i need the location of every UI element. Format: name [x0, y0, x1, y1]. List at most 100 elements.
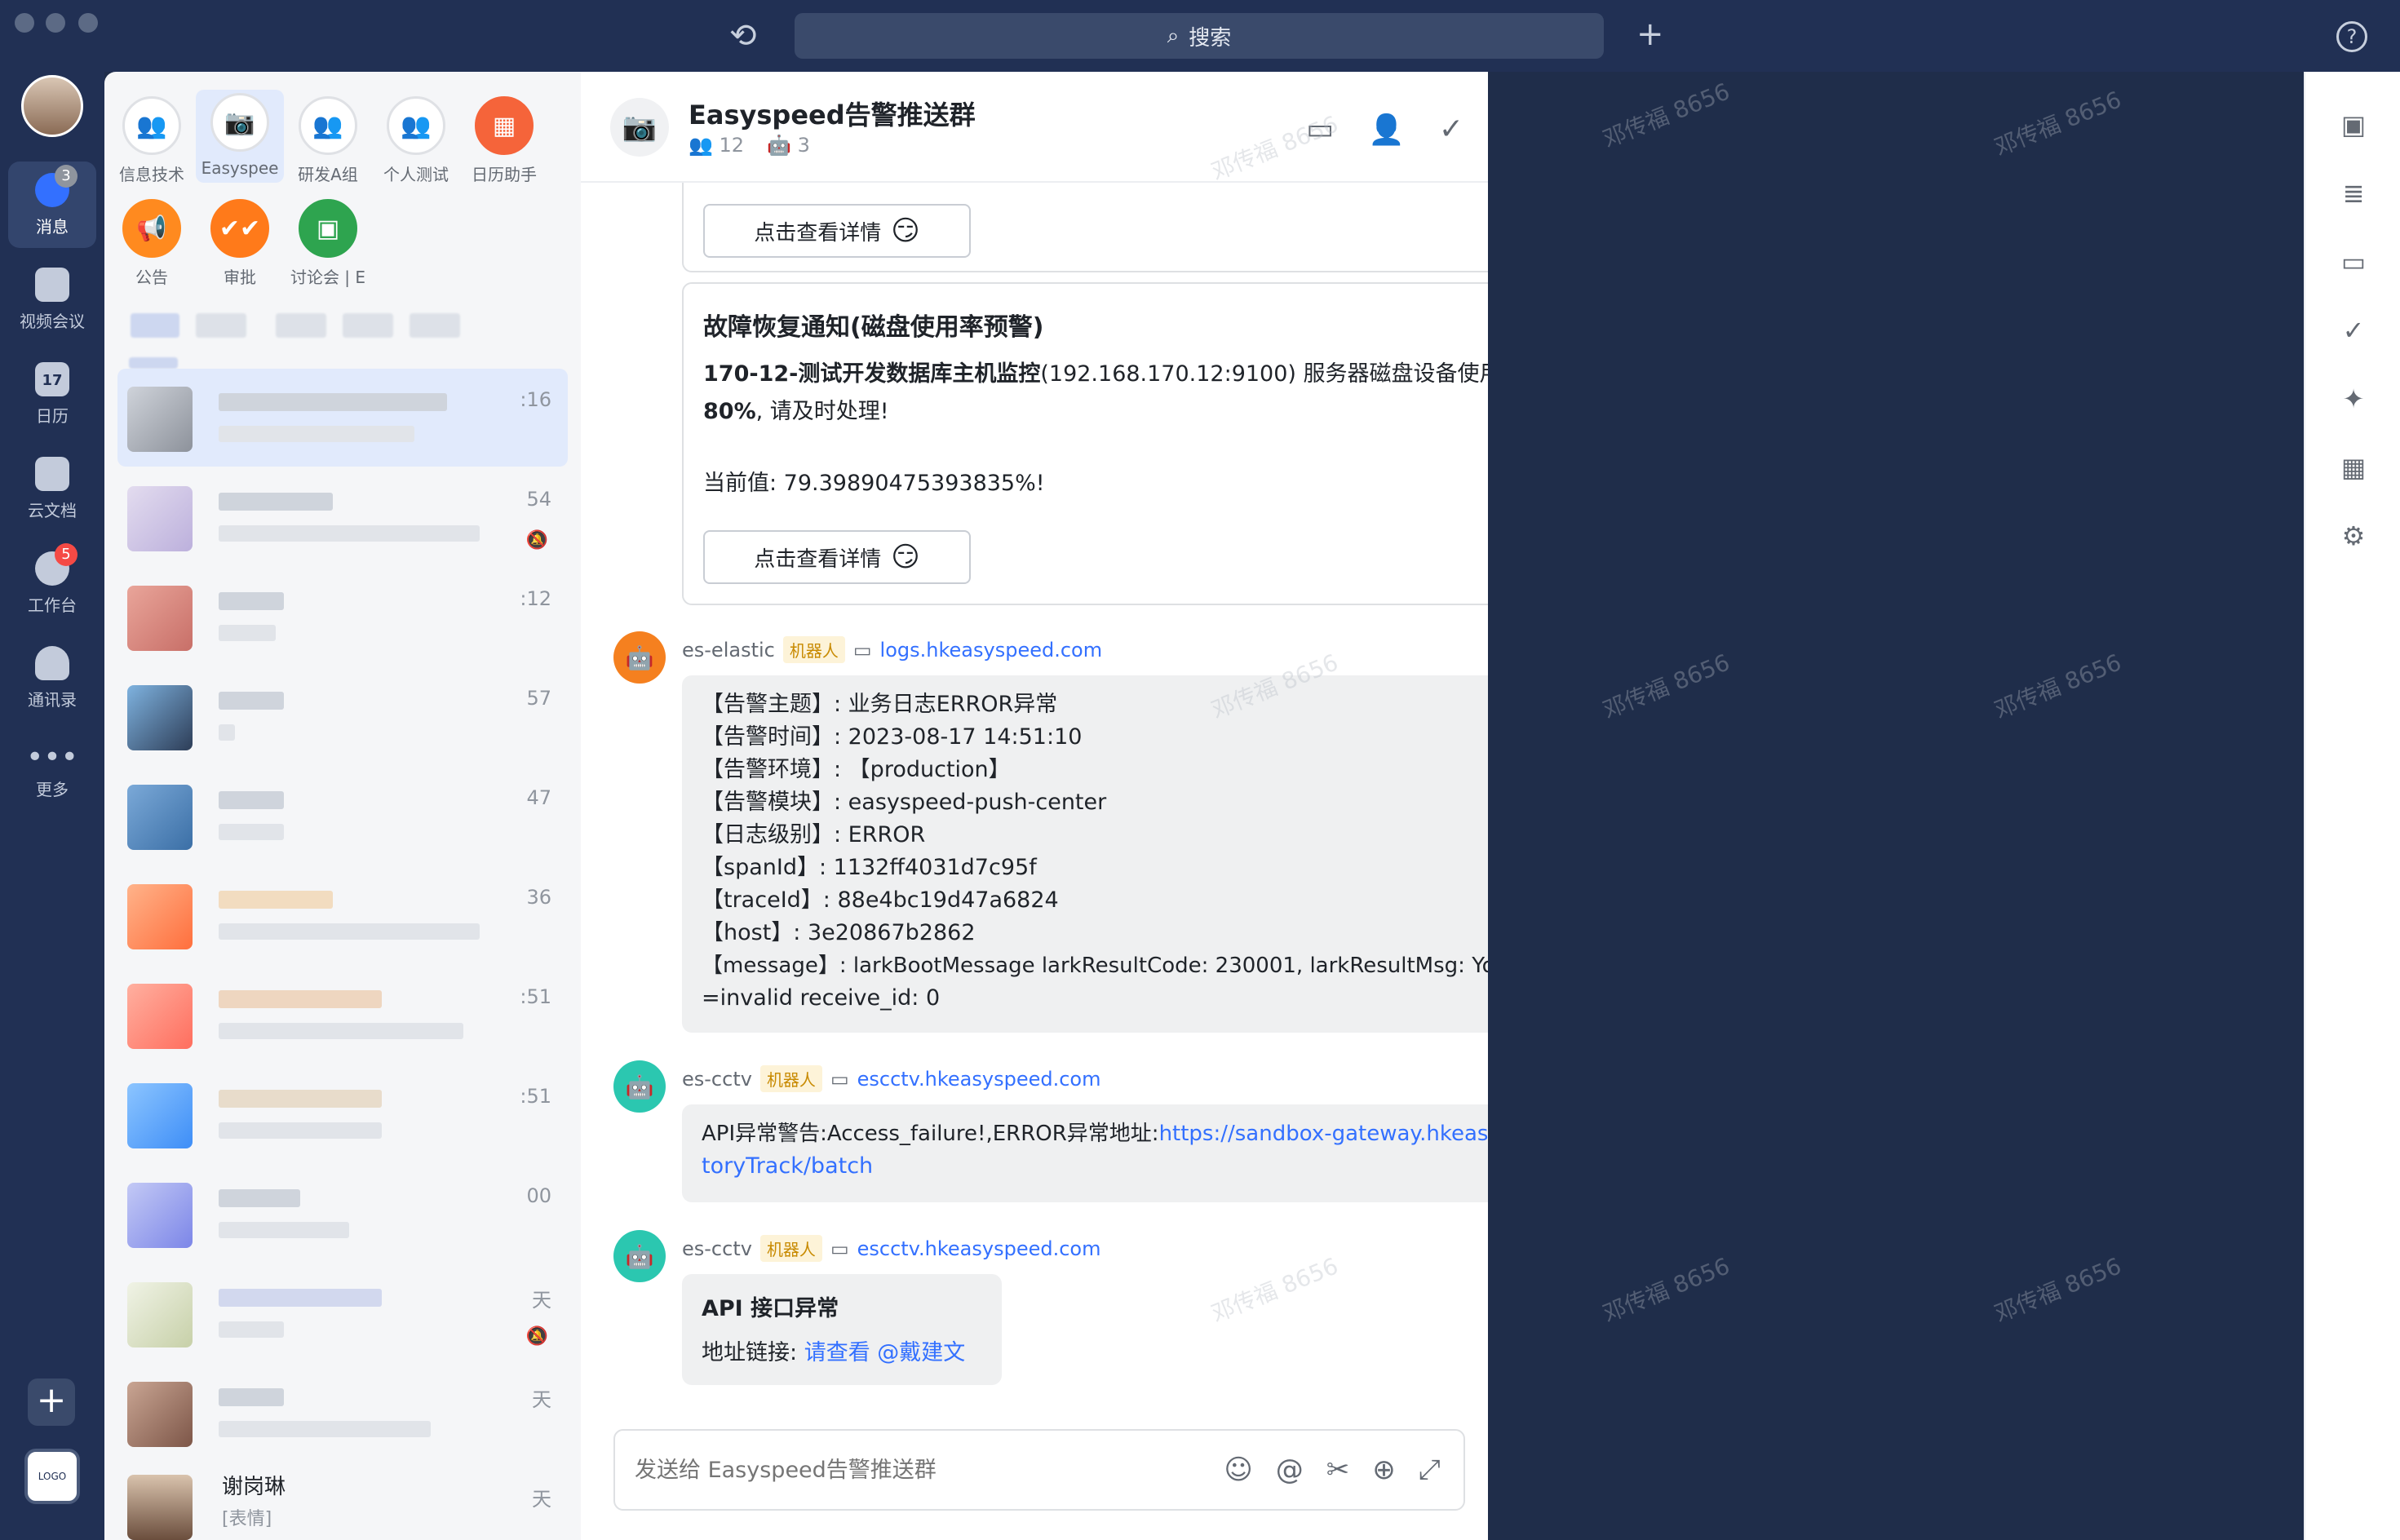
video-camera-icon[interactable]: ▭ [1306, 113, 1334, 147]
group-meta: 👥 12 🤖 3 [689, 134, 810, 157]
source-link[interactable]: escctv.hkeasyspeed.com [857, 1068, 1101, 1091]
list-item[interactable]: 天 [117, 1364, 568, 1462]
help-icon[interactable]: ? [2336, 21, 2367, 52]
quick-item-dev-a[interactable]: 👥 研发A组 [284, 96, 372, 185]
list-item[interactable]: 36 [117, 866, 568, 964]
rail-item-video-meeting[interactable]: 视频会议 [8, 256, 96, 343]
quick-item-approval[interactable]: ✔✔ 审批 [196, 199, 284, 288]
rail-item-label: 云文档 [28, 500, 77, 520]
rail-item-label: 日历 [36, 405, 69, 426]
list-item[interactable]: 47 [117, 767, 568, 865]
avatar [127, 785, 193, 850]
view-link[interactable]: 请查看 [804, 1340, 870, 1365]
apps-grid-icon: 5 [35, 542, 77, 586]
rail-item-label: 视频会议 [20, 311, 85, 331]
robot-avatar-icon[interactable]: 🤖 [613, 1060, 666, 1113]
add-member-icon[interactable]: 👤 [1368, 113, 1405, 147]
list-item[interactable]: :51 [117, 1065, 568, 1163]
avatar [127, 685, 193, 750]
cctv-camera-icon[interactable]: 📷 [610, 98, 669, 157]
error-url-link[interactable]: toryTrack/batch [702, 1150, 1488, 1183]
quick-item-it[interactable]: 👥 信息技术 [108, 96, 196, 185]
folder-icon[interactable]: ▭ [2338, 246, 2369, 277]
quick-item-personal-test[interactable]: 👥 个人测试 [372, 96, 460, 185]
list-item[interactable]: :16 [117, 369, 568, 467]
rail-item-messages[interactable]: 3 消息 [8, 162, 96, 248]
rail-item-more[interactable]: ••• 更多 [8, 729, 96, 816]
message-list: 点击查看详情 😏 故障恢复通知(磁盘使用率预警) 170-12-测试开发数据库主机… [581, 183, 1488, 1426]
robot-avatar-icon[interactable]: 🤖 [613, 1230, 666, 1282]
composer-actions: ☺ @ ✂ ⊕ ⤢ [1224, 1454, 1441, 1486]
quick-item-announcement[interactable]: 📢 公告 [108, 199, 196, 288]
rail-item-calendar[interactable]: 17 日历 [8, 351, 96, 437]
avatar[interactable] [21, 75, 83, 137]
more-dots-icon: ••• [26, 740, 78, 774]
card-body: 170-12-测试开发数据库主机监控(192.168.170.12:9100) … [703, 361, 1488, 424]
list-item[interactable]: 57 [117, 667, 568, 765]
rail-item-label: 工作台 [28, 595, 77, 615]
add-app-button[interactable]: + [28, 1378, 75, 1426]
message-bubble[interactable]: 【告警主题】: 业务日志ERROR异常 【告警时间】: 2023-08-17 1… [682, 675, 1488, 1033]
avatar [127, 1475, 193, 1540]
message-input[interactable] [635, 1454, 1206, 1486]
members-count[interactable]: 👥 12 [689, 134, 744, 157]
briefcase-icon[interactable]: ▣ [2338, 109, 2369, 140]
message-sender: es-cctv 机器人 ▭ escctv.hkeasyspeed.com [682, 1235, 1101, 1262]
quick-item-easyspeed[interactable]: 📷 Easyspee [196, 90, 284, 183]
avatar [127, 1382, 193, 1447]
add-icon[interactable]: + [1636, 18, 1664, 51]
emoji-icon[interactable]: ☺ [1224, 1454, 1252, 1486]
link-icon: ▭ [830, 1067, 849, 1091]
gear-icon[interactable]: ⚙ [2338, 520, 2369, 551]
window-close-button[interactable] [15, 13, 34, 33]
message-sender: es-cctv 机器人 ▭ escctv.hkeasyspeed.com [682, 1065, 1101, 1092]
expand-icon[interactable]: ⤢ [1419, 1454, 1441, 1486]
source-link[interactable]: logs.hkeasyspeed.com [880, 639, 1103, 662]
window-minimize-button[interactable] [46, 13, 65, 33]
message-composer[interactable]: ☺ @ ✂ ⊕ ⤢ [613, 1429, 1465, 1511]
mute-bell-icon: 🔕 [525, 530, 548, 551]
message-bubble[interactable]: API 接口异常 地址链接: 请查看 @戴建文 [682, 1274, 1002, 1385]
quick-item-calendar-assistant[interactable]: ▦ 日历助手 [460, 96, 548, 185]
checkmark-icon[interactable]: ✓ [1439, 113, 1463, 147]
list-item[interactable]: :51 [117, 966, 568, 1064]
page-title[interactable]: Easyspeed告警推送群 [689, 95, 976, 132]
video-camera-icon [35, 267, 69, 302]
history-icon[interactable]: ⟲ [729, 20, 757, 52]
rail-item-label: 消息 [36, 216, 69, 237]
mention-icon[interactable]: @ [1276, 1454, 1304, 1486]
rail-item-contacts[interactable]: 通讯录 [8, 635, 96, 721]
contact-name: 谢岗琳 [222, 1475, 286, 1499]
rail-item-docs[interactable]: 云文档 [8, 445, 96, 532]
list-item[interactable]: 天 🔕 [117, 1264, 568, 1362]
mention-link[interactable]: @戴建文 [877, 1340, 965, 1365]
company-logo-icon[interactable]: LOGO [24, 1449, 80, 1504]
list-item[interactable]: :12 [117, 568, 568, 666]
search-bar[interactable]: ⌕ 搜索 [795, 13, 1604, 59]
window-zoom-button[interactable] [78, 13, 98, 33]
list-item[interactable]: 谢岗琳 [表情] 天 [117, 1463, 568, 1540]
bots-count[interactable]: 🤖 3 [767, 134, 810, 157]
search-history-icon[interactable]: ≣ [2338, 178, 2369, 209]
quick-item-discussion[interactable]: ▣ 讨论会 | E [284, 199, 372, 288]
watermark: 邓传福 8656 [1990, 86, 2125, 162]
scissors-icon[interactable]: ✂ [1326, 1454, 1350, 1486]
watermark: 邓传福 8656 [1599, 77, 1734, 153]
error-url-link[interactable]: https://sandbox-gateway.hkeasyspeed.com/… [1159, 1122, 1488, 1146]
calendar-settings-icon[interactable]: ▦ [2338, 452, 2369, 483]
view-details-button[interactable]: 点击查看详情 😏 [703, 204, 971, 258]
avatar [127, 884, 193, 949]
rail-item-workplace[interactable]: 5 工作台 [8, 540, 96, 626]
avatar [127, 1083, 193, 1148]
pin-icon[interactable]: ✦ [2338, 383, 2369, 414]
source-link[interactable]: escctv.hkeasyspeed.com [857, 1237, 1101, 1260]
list-item[interactable]: 00 [117, 1165, 568, 1263]
message-bubble[interactable]: API异常警告:Access_failure!,ERROR异常地址:https:… [682, 1104, 1488, 1202]
double-check-icon[interactable]: ✓ [2338, 315, 2369, 346]
bot-badge: 机器人 [759, 1065, 822, 1092]
list-item[interactable]: 54 🔕 [117, 468, 568, 566]
last-message-preview: [表情] [222, 1509, 272, 1529]
view-details-button[interactable]: 点击查看详情 😏 [703, 530, 971, 584]
plus-circle-icon[interactable]: ⊕ [1372, 1454, 1396, 1486]
robot-avatar-icon[interactable]: 🤖 [613, 631, 666, 684]
